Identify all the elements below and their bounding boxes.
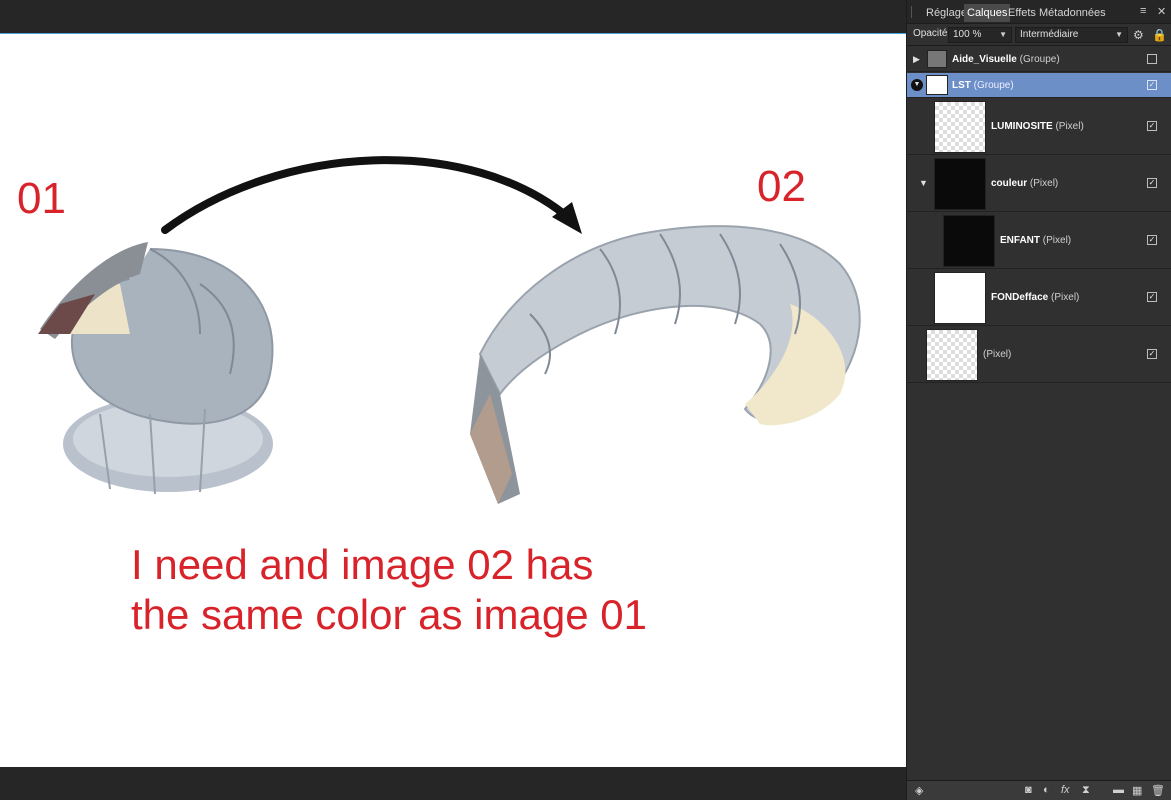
- expand-arrow-icon[interactable]: ▶: [913, 54, 920, 65]
- layer-row-pixel[interactable]: (Pixel) ✓: [907, 327, 1171, 383]
- tab-reglage[interactable]: Réglage: [923, 4, 970, 22]
- layers-footer-toolbar: ◈ ◙ ◐ fx ⧗ ▬ ▦ 🗑: [907, 780, 1171, 800]
- layer-thumbnail: [926, 329, 978, 381]
- layer-label: Aide_Visuelle (Groupe): [952, 54, 1060, 65]
- layer-thumbnail: [934, 158, 986, 210]
- hourglass-icon[interactable]: ⧗: [1082, 784, 1090, 797]
- folder-icon: [927, 50, 947, 68]
- layer-thumbnail: [943, 215, 995, 267]
- lock-icon[interactable]: 🔒: [1152, 28, 1167, 42]
- blend-mode-value: Intermédiaire: [1020, 29, 1079, 40]
- visibility-checkbox[interactable]: ✓: [1147, 121, 1157, 131]
- layer-row-lst[interactable]: ▼ LST (Groupe) ✓: [907, 73, 1171, 98]
- trash-icon[interactable]: 🗑: [1151, 784, 1165, 797]
- visibility-checkbox[interactable]: ✓: [1147, 349, 1157, 359]
- arrow-graphic: [161, 156, 582, 234]
- bottom-toolbar: [0, 767, 906, 800]
- layer-label: couleur (Pixel): [991, 178, 1059, 189]
- layer-row-enfant[interactable]: ENFANT (Pixel) ✓: [907, 213, 1171, 269]
- visibility-checkbox[interactable]: [1147, 54, 1157, 64]
- layer-row-couleur[interactable]: ▼ couleur (Pixel) ✓: [907, 156, 1171, 212]
- mask-icon[interactable]: ◙: [1025, 784, 1032, 796]
- blend-mode-dropdown[interactable]: Intermédiaire ▼: [1015, 27, 1128, 43]
- collapse-arrow-icon[interactable]: ▼: [911, 79, 923, 91]
- layers-panel: Réglage Calques Effets Métadonnées ≡ ✕ O…: [906, 0, 1171, 800]
- adjustment-icon[interactable]: ◐: [1043, 784, 1050, 796]
- layer-row-luminosite[interactable]: LUMINOSITE (Pixel) ✓: [907, 99, 1171, 155]
- layers-list: ▶ Aide_Visuelle (Groupe) ▼ LST (Groupe) …: [907, 47, 1171, 780]
- visibility-checkbox[interactable]: ✓: [1147, 178, 1157, 188]
- opacity-value: 100 %: [953, 29, 982, 40]
- menu-icon[interactable]: ≡: [1140, 5, 1146, 17]
- opacity-dropdown[interactable]: 100 % ▼: [948, 27, 1012, 43]
- add-layer-icon[interactable]: ▦: [1132, 784, 1142, 797]
- layer-label: LST (Groupe): [952, 80, 1014, 91]
- chevron-down-icon: ▼: [999, 30, 1007, 39]
- fx-icon[interactable]: fx: [1061, 784, 1070, 796]
- caption-line-2: the same color as image 01: [131, 591, 647, 638]
- visibility-checkbox[interactable]: ✓: [1147, 80, 1157, 90]
- shrimp-image-01: [38, 242, 274, 495]
- visibility-checkbox[interactable]: ✓: [1147, 235, 1157, 245]
- layer-label: (Pixel): [983, 349, 1012, 360]
- layer-label: ENFANT (Pixel): [1000, 235, 1072, 246]
- tab-metadonnees[interactable]: Métadonnées: [1036, 4, 1109, 22]
- layer-thumbnail: [934, 272, 986, 324]
- document-canvas[interactable]: 01 02 I need and image 02 has the same c…: [0, 33, 906, 767]
- close-icon[interactable]: ✕: [1157, 5, 1166, 18]
- layer-label: FONDefface (Pixel): [991, 292, 1080, 303]
- layer-label: LUMINOSITE (Pixel): [991, 121, 1084, 132]
- caption-line-1: I need and image 02 has: [131, 541, 594, 588]
- panel-tabs: Réglage Calques Effets Métadonnées ≡ ✕: [907, 0, 1171, 24]
- layer-thumbnail: [926, 75, 948, 95]
- gear-icon[interactable]: ⚙: [1133, 28, 1144, 42]
- image-label-01: 01: [17, 174, 66, 223]
- layer-row-aide-visuelle[interactable]: ▶ Aide_Visuelle (Groupe): [907, 47, 1171, 72]
- chevron-down-icon: ▼: [1115, 30, 1123, 39]
- opacity-label: Opacité:: [913, 28, 951, 39]
- shrimp-image-02: [470, 225, 861, 504]
- tab-calques[interactable]: Calques: [964, 4, 1011, 22]
- layer-row-fondefface[interactable]: FONDefface (Pixel) ✓: [907, 270, 1171, 326]
- opacity-row: Opacité: 100 % ▼ Intermédiaire ▼ ⚙ 🔒: [907, 24, 1171, 46]
- tab-separator: [911, 6, 912, 18]
- visibility-checkbox[interactable]: ✓: [1147, 292, 1157, 302]
- layers-stack-icon[interactable]: ◈: [915, 784, 923, 797]
- top-toolbar: [0, 0, 906, 33]
- collapse-arrow-icon[interactable]: ▼: [919, 178, 928, 188]
- canvas-artwork: [38, 156, 861, 504]
- folder-icon[interactable]: ▬: [1113, 784, 1124, 796]
- image-label-02: 02: [757, 162, 806, 211]
- app-window: 01 02 I need and image 02 has the same c…: [0, 0, 1171, 800]
- tab-effets[interactable]: Effets: [1005, 4, 1039, 22]
- layer-thumbnail: [934, 101, 986, 153]
